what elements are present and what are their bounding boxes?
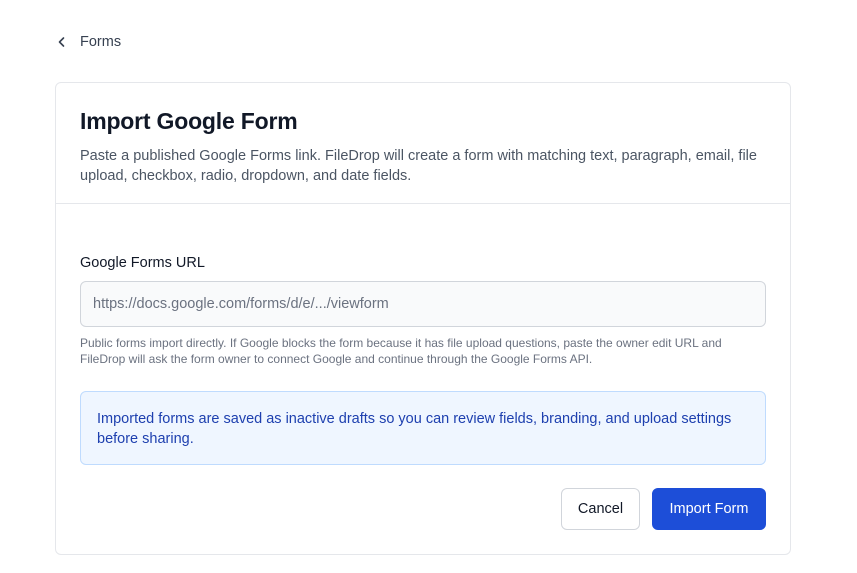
page-title: Import Google Form [80,108,298,134]
card-header: Import Google Form Paste a published Goo… [56,83,790,204]
import-form-button[interactable]: Import Form [652,488,766,530]
url-field-label: Google Forms URL [80,255,205,271]
info-callout: Imported forms are saved as inactive dra… [80,391,766,465]
import-card: Import Google Form Paste a published Goo… [55,82,791,555]
back-link[interactable]: Forms [56,34,121,50]
url-help-text: Public forms import directly. If Google … [80,336,722,366]
back-link-label: Forms [80,34,122,50]
info-callout-text: Imported forms are saved as inactive dra… [97,411,732,447]
cancel-button[interactable]: Cancel [561,488,640,530]
page-description: Paste a published Google Forms link. Fil… [80,148,757,184]
google-forms-url-input[interactable] [80,281,766,327]
card-body: Google Forms URL Public forms import dir… [56,204,790,465]
chevron-left-icon [56,36,68,48]
form-actions: Cancel Import Form [561,488,766,530]
